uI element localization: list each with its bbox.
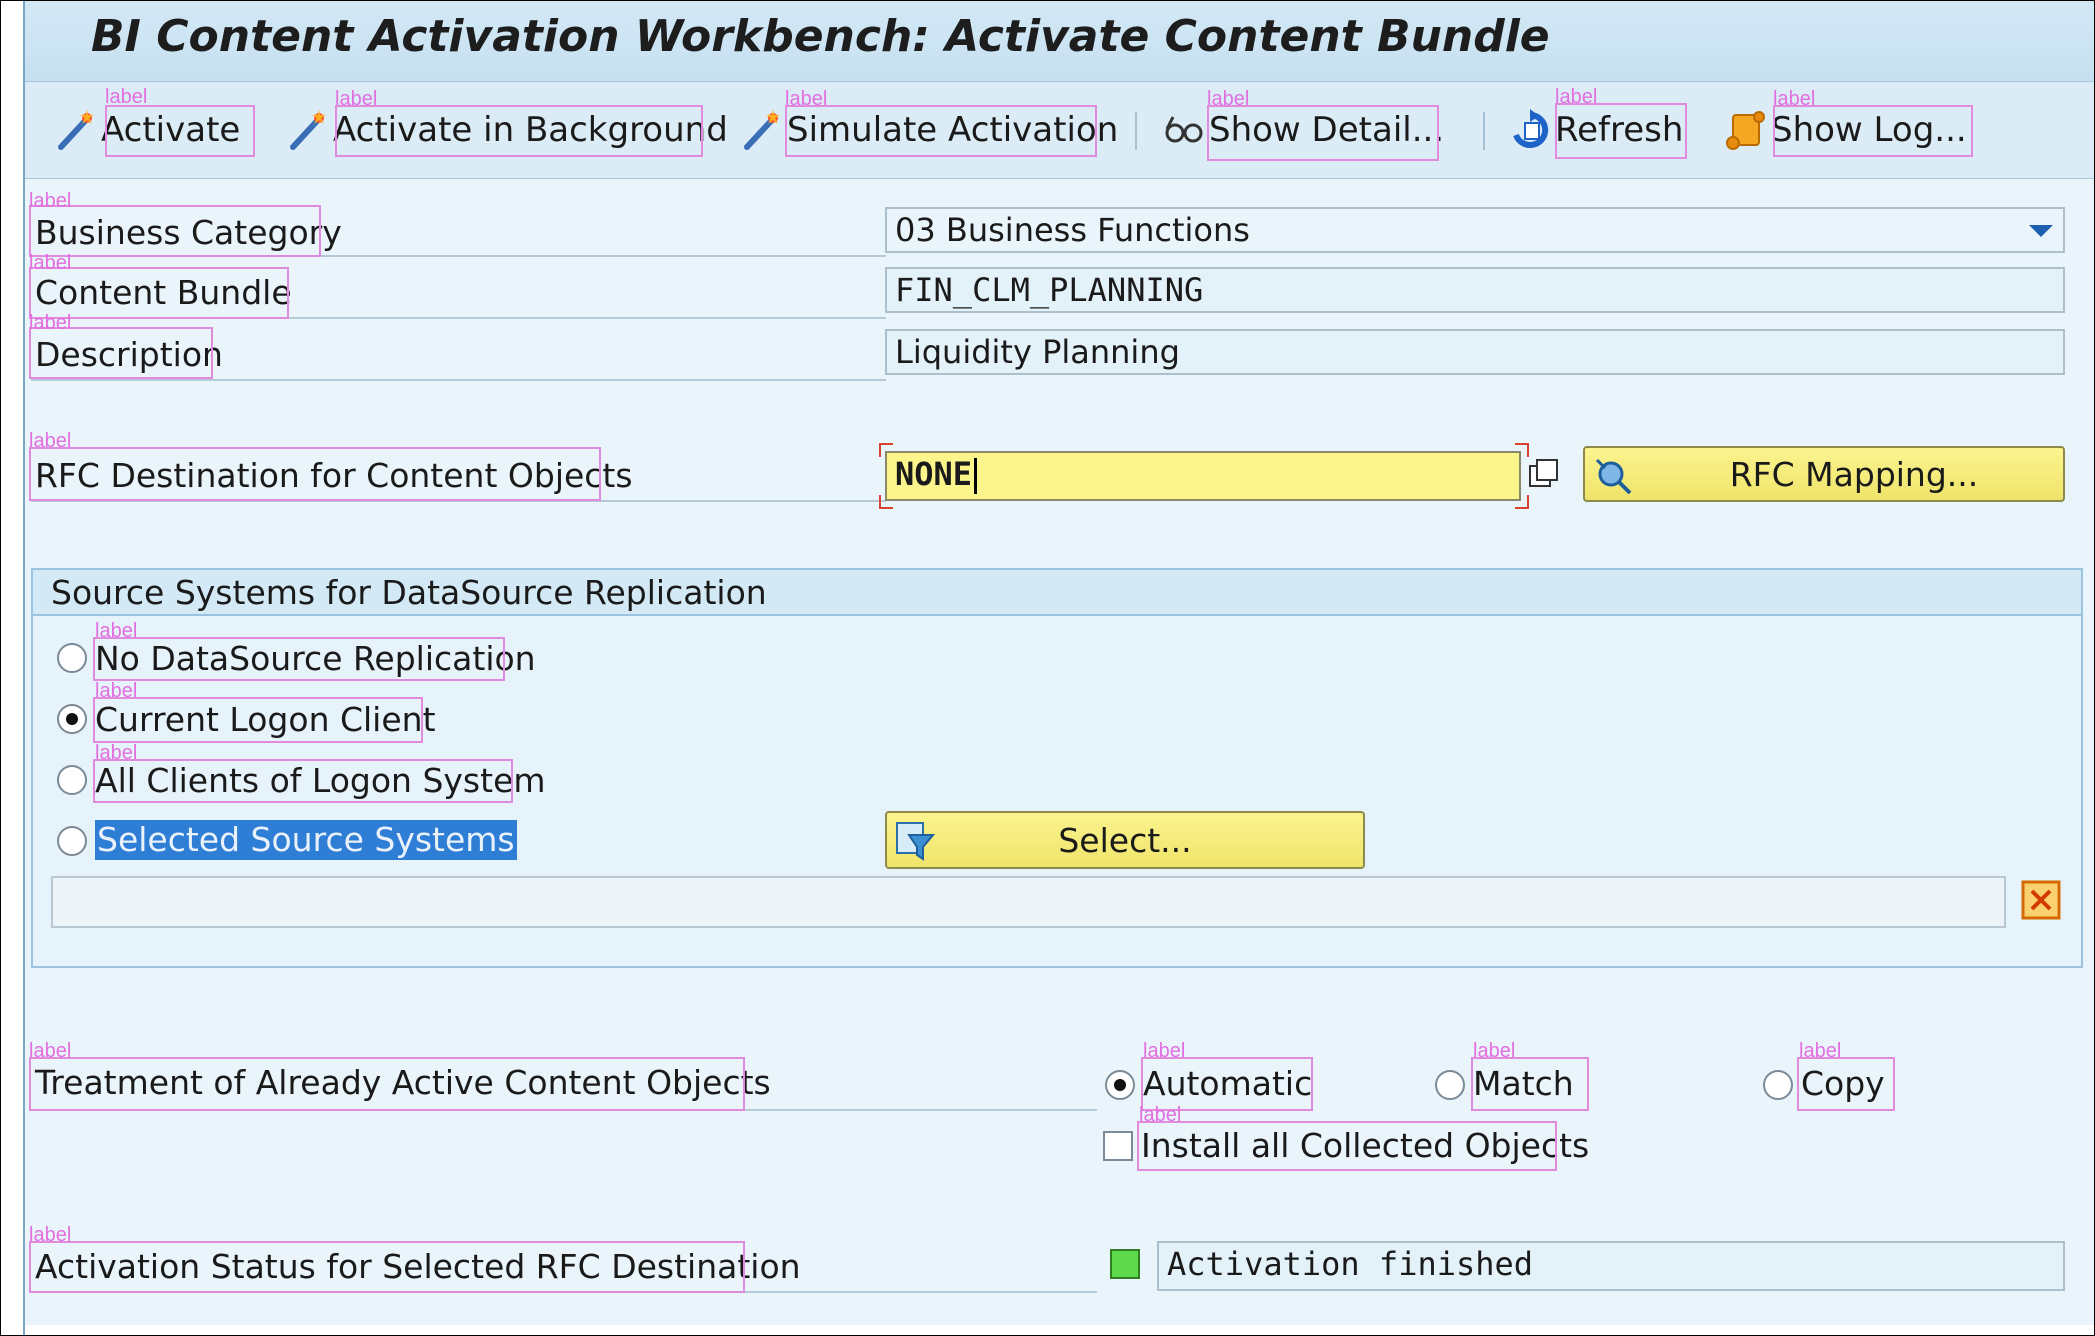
annotation-box — [1555, 103, 1687, 159]
annotation-box — [29, 327, 213, 379]
annotation-tag: label — [95, 680, 138, 702]
annotation-box — [1471, 1057, 1589, 1111]
content-bundle-field: FIN_CLM_PLANNING — [885, 267, 2065, 313]
annotation-box — [29, 205, 321, 257]
annotation-tag: label — [335, 88, 378, 110]
annotation-tag: label — [29, 190, 72, 212]
group-title: Source Systems for DataSource Replicatio… — [33, 570, 2081, 616]
activation-status-field: Activation finished — [1157, 1241, 2065, 1291]
window-frame: BI Content Activation Workbench: Activat… — [0, 0, 2095, 1336]
annotation-box — [93, 637, 505, 681]
annotation-box — [1773, 105, 1973, 157]
radio-no-datasource-replication[interactable] — [57, 643, 87, 673]
required-marker — [879, 495, 893, 509]
magic-wand-icon — [55, 109, 97, 151]
glasses-icon — [1163, 109, 1205, 151]
plug-icon — [1593, 456, 1633, 496]
radio-automatic[interactable] — [1105, 1070, 1135, 1100]
select-button-label: Select... — [1058, 820, 1192, 860]
annotation-tag: label — [29, 312, 72, 334]
annotation-box — [105, 105, 255, 157]
required-marker — [879, 443, 893, 457]
annotation-tag: label — [1143, 1040, 1186, 1062]
annotation-tag: label — [1773, 88, 1816, 110]
annotation-tag: label — [95, 742, 138, 764]
radio-label: Selected Source Systems — [95, 820, 517, 860]
toolbar-separator — [1483, 112, 1485, 150]
radio-match[interactable] — [1435, 1070, 1465, 1100]
radio-all-clients[interactable] — [57, 765, 87, 795]
annotation-tag: label — [785, 88, 828, 110]
annotation-box — [93, 759, 513, 803]
business-category-value: 03 Business Functions — [895, 211, 1250, 249]
business-category-dropdown[interactable]: 03 Business Functions — [885, 207, 2065, 253]
radio-selected-source-systems[interactable] — [57, 826, 87, 856]
magic-wand-icon — [741, 109, 783, 151]
annotation-box — [785, 105, 1097, 157]
rfc-destination-value: NONE — [895, 455, 973, 493]
annotation-tag: label — [29, 1224, 72, 1246]
annotation-tag: label — [1799, 1040, 1842, 1062]
annotation-tag: label — [1207, 88, 1250, 110]
text-cursor — [974, 458, 978, 494]
description-field: Liquidity Planning — [885, 329, 2065, 375]
annotation-box — [335, 105, 703, 157]
annotation-tag: label — [1555, 86, 1598, 108]
required-marker — [1515, 443, 1529, 457]
filter-icon — [895, 821, 936, 861]
radio-copy[interactable] — [1763, 1070, 1793, 1100]
required-marker — [1515, 495, 1529, 509]
install-all-checkbox[interactable] — [1103, 1131, 1133, 1161]
annotation-box — [1137, 1121, 1557, 1171]
selected-source-systems-field[interactable] — [51, 876, 2006, 928]
annotation-box — [1797, 1057, 1895, 1111]
annotation-box — [1207, 105, 1439, 161]
annotation-box — [29, 1057, 745, 1111]
title-bar: BI Content Activation Workbench: Activat… — [25, 1, 2094, 82]
rfc-mapping-button[interactable]: RFC Mapping... — [1583, 446, 2065, 502]
clear-selection-icon[interactable] — [2021, 880, 2061, 920]
refresh-icon — [1509, 109, 1551, 151]
annotation-box — [1141, 1057, 1313, 1111]
magic-wand-icon — [287, 109, 329, 151]
annotation-tag: label — [95, 620, 138, 642]
rfc-mapping-label: RFC Mapping... — [1729, 454, 1979, 494]
toolbar-separator — [1135, 112, 1137, 150]
annotation-tag: label — [1473, 1040, 1516, 1062]
scroll-log-icon — [1725, 109, 1767, 151]
page-title: BI Content Activation Workbench: Activat… — [91, 11, 1550, 62]
status-light-icon — [1110, 1249, 1140, 1279]
annotation-tag: label — [1139, 1104, 1182, 1126]
value-help-icon[interactable] — [1527, 457, 1561, 491]
chevron-down-icon[interactable] — [2029, 225, 2053, 237]
select-source-systems-button[interactable]: Select... — [885, 811, 1365, 869]
annotation-box — [29, 447, 601, 501]
label-underline — [31, 379, 886, 381]
annotation-tag: label — [29, 430, 72, 452]
rfc-destination-input[interactable]: NONE — [885, 451, 1521, 501]
left-margin — [1, 1, 25, 1335]
annotation-box — [93, 697, 423, 743]
radio-current-logon-client[interactable] — [57, 704, 87, 734]
annotation-tag: label — [29, 1040, 72, 1062]
annotation-tag: label — [29, 252, 72, 274]
annotation-tag: label — [105, 86, 148, 108]
annotation-box — [29, 1241, 745, 1293]
